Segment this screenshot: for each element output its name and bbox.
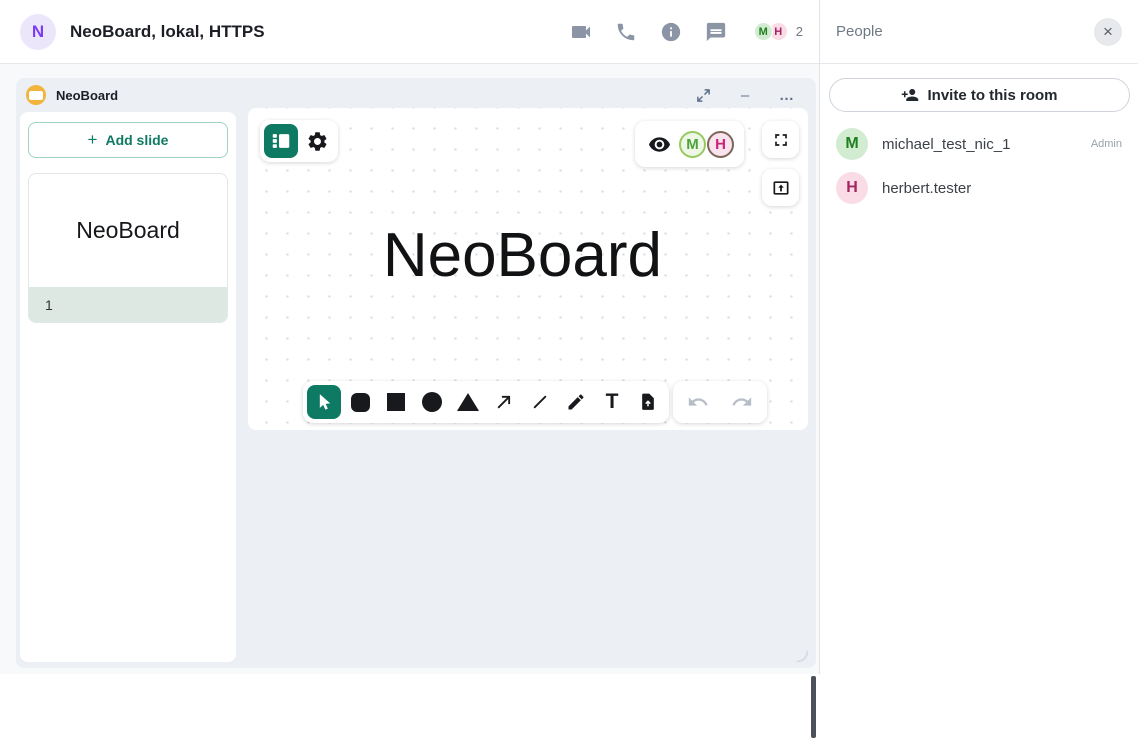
- widget-minimize-button[interactable]: –: [734, 84, 756, 106]
- pen-tool-button[interactable]: [559, 385, 593, 419]
- show-collaborators-button[interactable]: [645, 127, 673, 161]
- person-add-icon: [901, 86, 919, 104]
- room-header: N NeoBoard, lokal, HTTPS: [0, 0, 819, 64]
- widget-title: NeoBoard: [56, 88, 118, 103]
- rounded-rectangle-tool-button[interactable]: [343, 385, 377, 419]
- board-text-element[interactable]: NeoBoard: [383, 220, 662, 291]
- presence-avatar-m[interactable]: M: [679, 131, 706, 158]
- member-avatar-m: M: [836, 128, 868, 160]
- invite-button[interactable]: Invite to this room: [829, 78, 1130, 112]
- slides-panel: + Add slide NeoBoard 1: [20, 112, 236, 662]
- timeline-scrollbar[interactable]: [811, 676, 816, 738]
- redo-icon: [731, 391, 753, 413]
- rounded-rectangle-icon: [351, 393, 370, 412]
- cursor-icon: [314, 392, 334, 412]
- widget-expand-button[interactable]: [692, 84, 714, 106]
- presence-controls: M H: [635, 121, 744, 167]
- undo-button[interactable]: [681, 385, 715, 419]
- ellipse-tool-button[interactable]: [415, 385, 449, 419]
- rectangle-tool-button[interactable]: [379, 385, 413, 419]
- line-tool-button[interactable]: [523, 385, 557, 419]
- presence-avatar-h[interactable]: H: [707, 131, 734, 158]
- threads-icon: [705, 21, 727, 43]
- file-upload-icon: [638, 392, 658, 412]
- sidebar-header: People ×: [820, 0, 1138, 64]
- add-slide-label: Add slide: [105, 132, 168, 148]
- room-facepile[interactable]: M H 2: [754, 22, 803, 41]
- room-avatar[interactable]: N: [20, 14, 56, 50]
- text-tool-button[interactable]: T: [595, 385, 629, 419]
- triangle-icon: [457, 393, 479, 411]
- member-name: michael_test_nic_1: [882, 136, 1010, 153]
- toggle-slide-panel-button[interactable]: [264, 124, 298, 158]
- widget-more-options-button[interactable]: …: [776, 84, 798, 106]
- fullscreen-icon: [771, 130, 791, 150]
- pen-icon: [566, 392, 586, 412]
- facepile-avatar-m: M: [754, 22, 773, 41]
- slide-number: 1: [29, 287, 227, 323]
- history-toolbar: [673, 381, 767, 423]
- video-call-button[interactable]: [568, 19, 594, 45]
- neoboard-widget: NeoBoard – …: [16, 78, 816, 668]
- room-title: NeoBoard, lokal, HTTPS: [70, 22, 265, 42]
- invite-button-label: Invite to this room: [927, 87, 1057, 104]
- widget-resize-handle[interactable]: [794, 648, 810, 664]
- people-sidebar: People × Invite to this room M michael_t…: [819, 0, 1138, 674]
- rectangle-icon: [387, 393, 405, 411]
- slide-thumbnail[interactable]: NeoBoard 1: [28, 173, 228, 323]
- threads-button[interactable]: [703, 19, 729, 45]
- undo-icon: [687, 391, 709, 413]
- eye-icon: [648, 133, 671, 156]
- video-call-icon: [569, 20, 593, 44]
- member-row-michael[interactable]: M michael_test_nic_1 Admin: [820, 122, 1138, 166]
- widget-icon: [26, 85, 46, 105]
- upload-image-tool-button[interactable]: [631, 385, 665, 419]
- arrow-icon: [494, 392, 514, 412]
- member-avatar-h: H: [836, 172, 868, 204]
- main-column: N NeoBoard, lokal, HTTPS: [0, 0, 819, 674]
- fullscreen-button[interactable]: [762, 121, 799, 158]
- upload-icon: [771, 178, 791, 198]
- member-role-badge: Admin: [1091, 138, 1122, 150]
- triangle-tool-button[interactable]: [451, 385, 485, 419]
- slide-preview-text: NeoBoard: [29, 174, 227, 287]
- slide-panel-icon: [270, 130, 292, 152]
- widget-titlebar: NeoBoard – …: [16, 78, 816, 112]
- plus-icon: +: [88, 130, 98, 150]
- gear-icon: [306, 130, 329, 153]
- member-count: 2: [796, 24, 803, 39]
- redo-button[interactable]: [725, 385, 759, 419]
- text-tool-icon: T: [606, 390, 619, 414]
- member-row-herbert[interactable]: H herbert.tester: [820, 166, 1138, 210]
- expand-icon: [696, 88, 711, 103]
- voice-call-icon: [615, 21, 637, 43]
- member-name: herbert.tester: [882, 180, 971, 197]
- voice-call-button[interactable]: [613, 19, 639, 45]
- arrow-tool-button[interactable]: [487, 385, 521, 419]
- ellipse-icon: [422, 392, 442, 412]
- select-tool-button[interactable]: [307, 385, 341, 419]
- panel-controls: [260, 120, 338, 162]
- drawing-toolbar: T: [303, 381, 669, 423]
- line-icon: [530, 392, 550, 412]
- export-button[interactable]: [762, 169, 799, 206]
- room-timeline: NeoBoard – …: [0, 64, 819, 674]
- settings-button[interactable]: [300, 124, 334, 158]
- room-info-icon: [660, 21, 682, 43]
- sidebar-title: People: [836, 23, 883, 40]
- close-sidebar-button[interactable]: ×: [1094, 18, 1122, 46]
- room-info-button[interactable]: [658, 19, 684, 45]
- add-slide-button[interactable]: + Add slide: [28, 122, 228, 158]
- whiteboard-canvas[interactable]: NeoBoard: [248, 108, 808, 430]
